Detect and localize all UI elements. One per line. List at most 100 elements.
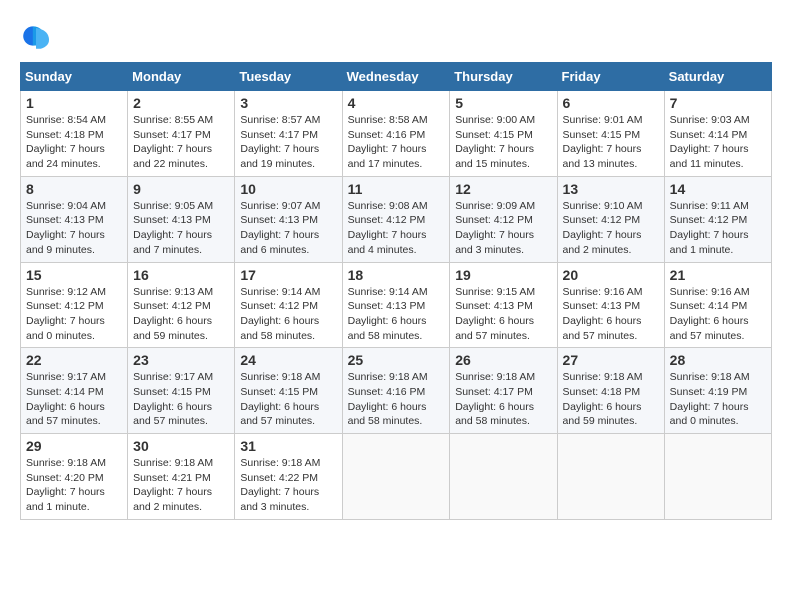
day-number: 8 [26,181,122,197]
day-number: 1 [26,95,122,111]
weekday-header-friday: Friday [557,63,664,91]
day-detail: Sunrise: 9:09 AMSunset: 4:12 PMDaylight:… [455,199,551,258]
day-detail: Sunrise: 9:03 AMSunset: 4:14 PMDaylight:… [670,113,766,172]
day-detail: Sunrise: 9:07 AMSunset: 4:13 PMDaylight:… [240,199,336,258]
calendar-cell [664,434,771,520]
day-detail: Sunrise: 9:18 AMSunset: 4:22 PMDaylight:… [240,456,336,515]
day-number: 9 [133,181,229,197]
weekday-header-sunday: Sunday [21,63,128,91]
calendar-cell: 15 Sunrise: 9:12 AMSunset: 4:12 PMDaylig… [21,262,128,348]
day-detail: Sunrise: 9:18 AMSunset: 4:21 PMDaylight:… [133,456,229,515]
day-number: 21 [670,267,766,283]
page-header [20,20,772,52]
day-detail: Sunrise: 9:08 AMSunset: 4:12 PMDaylight:… [348,199,445,258]
day-number: 30 [133,438,229,454]
weekday-header-thursday: Thursday [450,63,557,91]
calendar-cell: 26 Sunrise: 9:18 AMSunset: 4:17 PMDaylig… [450,348,557,434]
calendar-cell: 8 Sunrise: 9:04 AMSunset: 4:13 PMDayligh… [21,176,128,262]
day-detail: Sunrise: 9:11 AMSunset: 4:12 PMDaylight:… [670,199,766,258]
weekday-header-saturday: Saturday [664,63,771,91]
calendar-cell: 7 Sunrise: 9:03 AMSunset: 4:14 PMDayligh… [664,91,771,177]
day-detail: Sunrise: 9:17 AMSunset: 4:14 PMDaylight:… [26,370,122,429]
calendar-cell: 17 Sunrise: 9:14 AMSunset: 4:12 PMDaylig… [235,262,342,348]
calendar-cell: 21 Sunrise: 9:16 AMSunset: 4:14 PMDaylig… [664,262,771,348]
day-number: 31 [240,438,336,454]
day-detail: Sunrise: 9:13 AMSunset: 4:12 PMDaylight:… [133,285,229,344]
calendar-cell: 25 Sunrise: 9:18 AMSunset: 4:16 PMDaylig… [342,348,450,434]
day-detail: Sunrise: 9:04 AMSunset: 4:13 PMDaylight:… [26,199,122,258]
calendar-cell: 27 Sunrise: 9:18 AMSunset: 4:18 PMDaylig… [557,348,664,434]
calendar-cell [342,434,450,520]
day-detail: Sunrise: 8:58 AMSunset: 4:16 PMDaylight:… [348,113,445,172]
logo-icon [20,20,52,52]
calendar-cell [557,434,664,520]
day-detail: Sunrise: 9:05 AMSunset: 4:13 PMDaylight:… [133,199,229,258]
day-detail: Sunrise: 9:17 AMSunset: 4:15 PMDaylight:… [133,370,229,429]
calendar-cell: 22 Sunrise: 9:17 AMSunset: 4:14 PMDaylig… [21,348,128,434]
calendar-cell: 11 Sunrise: 9:08 AMSunset: 4:12 PMDaylig… [342,176,450,262]
day-detail: Sunrise: 9:16 AMSunset: 4:13 PMDaylight:… [563,285,659,344]
day-number: 26 [455,352,551,368]
calendar-cell: 6 Sunrise: 9:01 AMSunset: 4:15 PMDayligh… [557,91,664,177]
calendar-cell: 29 Sunrise: 9:18 AMSunset: 4:20 PMDaylig… [21,434,128,520]
day-detail: Sunrise: 8:57 AMSunset: 4:17 PMDaylight:… [240,113,336,172]
day-detail: Sunrise: 8:54 AMSunset: 4:18 PMDaylight:… [26,113,122,172]
calendar-cell: 13 Sunrise: 9:10 AMSunset: 4:12 PMDaylig… [557,176,664,262]
calendar-week-row: 15 Sunrise: 9:12 AMSunset: 4:12 PMDaylig… [21,262,772,348]
day-detail: Sunrise: 9:14 AMSunset: 4:13 PMDaylight:… [348,285,445,344]
day-number: 24 [240,352,336,368]
calendar-cell: 19 Sunrise: 9:15 AMSunset: 4:13 PMDaylig… [450,262,557,348]
calendar-week-row: 8 Sunrise: 9:04 AMSunset: 4:13 PMDayligh… [21,176,772,262]
day-detail: Sunrise: 9:10 AMSunset: 4:12 PMDaylight:… [563,199,659,258]
calendar-cell: 10 Sunrise: 9:07 AMSunset: 4:13 PMDaylig… [235,176,342,262]
day-number: 28 [670,352,766,368]
calendar-cell: 4 Sunrise: 8:58 AMSunset: 4:16 PMDayligh… [342,91,450,177]
calendar-cell: 14 Sunrise: 9:11 AMSunset: 4:12 PMDaylig… [664,176,771,262]
day-detail: Sunrise: 9:01 AMSunset: 4:15 PMDaylight:… [563,113,659,172]
day-number: 14 [670,181,766,197]
calendar-cell: 18 Sunrise: 9:14 AMSunset: 4:13 PMDaylig… [342,262,450,348]
day-number: 19 [455,267,551,283]
day-detail: Sunrise: 9:15 AMSunset: 4:13 PMDaylight:… [455,285,551,344]
day-detail: Sunrise: 9:18 AMSunset: 4:15 PMDaylight:… [240,370,336,429]
day-number: 11 [348,181,445,197]
day-detail: Sunrise: 9:18 AMSunset: 4:19 PMDaylight:… [670,370,766,429]
day-detail: Sunrise: 9:16 AMSunset: 4:14 PMDaylight:… [670,285,766,344]
calendar-cell: 28 Sunrise: 9:18 AMSunset: 4:19 PMDaylig… [664,348,771,434]
day-number: 25 [348,352,445,368]
calendar-cell: 1 Sunrise: 8:54 AMSunset: 4:18 PMDayligh… [21,91,128,177]
day-number: 17 [240,267,336,283]
day-detail: Sunrise: 9:18 AMSunset: 4:20 PMDaylight:… [26,456,122,515]
day-detail: Sunrise: 9:14 AMSunset: 4:12 PMDaylight:… [240,285,336,344]
day-detail: Sunrise: 8:55 AMSunset: 4:17 PMDaylight:… [133,113,229,172]
day-number: 4 [348,95,445,111]
day-detail: Sunrise: 9:18 AMSunset: 4:16 PMDaylight:… [348,370,445,429]
day-number: 18 [348,267,445,283]
day-number: 3 [240,95,336,111]
calendar-week-row: 22 Sunrise: 9:17 AMSunset: 4:14 PMDaylig… [21,348,772,434]
weekday-header-tuesday: Tuesday [235,63,342,91]
day-number: 7 [670,95,766,111]
day-number: 22 [26,352,122,368]
calendar-cell: 23 Sunrise: 9:17 AMSunset: 4:15 PMDaylig… [128,348,235,434]
calendar-cell: 30 Sunrise: 9:18 AMSunset: 4:21 PMDaylig… [128,434,235,520]
day-detail: Sunrise: 9:18 AMSunset: 4:17 PMDaylight:… [455,370,551,429]
day-number: 29 [26,438,122,454]
calendar-cell: 3 Sunrise: 8:57 AMSunset: 4:17 PMDayligh… [235,91,342,177]
logo [20,20,56,52]
calendar-cell: 16 Sunrise: 9:13 AMSunset: 4:12 PMDaylig… [128,262,235,348]
weekday-header-row: SundayMondayTuesdayWednesdayThursdayFrid… [21,63,772,91]
calendar-cell [450,434,557,520]
calendar-cell: 31 Sunrise: 9:18 AMSunset: 4:22 PMDaylig… [235,434,342,520]
day-number: 16 [133,267,229,283]
day-detail: Sunrise: 9:18 AMSunset: 4:18 PMDaylight:… [563,370,659,429]
day-number: 6 [563,95,659,111]
calendar-cell: 2 Sunrise: 8:55 AMSunset: 4:17 PMDayligh… [128,91,235,177]
calendar-cell: 20 Sunrise: 9:16 AMSunset: 4:13 PMDaylig… [557,262,664,348]
calendar-cell: 9 Sunrise: 9:05 AMSunset: 4:13 PMDayligh… [128,176,235,262]
day-number: 5 [455,95,551,111]
calendar-table: SundayMondayTuesdayWednesdayThursdayFrid… [20,62,772,520]
day-number: 2 [133,95,229,111]
calendar-cell: 5 Sunrise: 9:00 AMSunset: 4:15 PMDayligh… [450,91,557,177]
day-number: 15 [26,267,122,283]
